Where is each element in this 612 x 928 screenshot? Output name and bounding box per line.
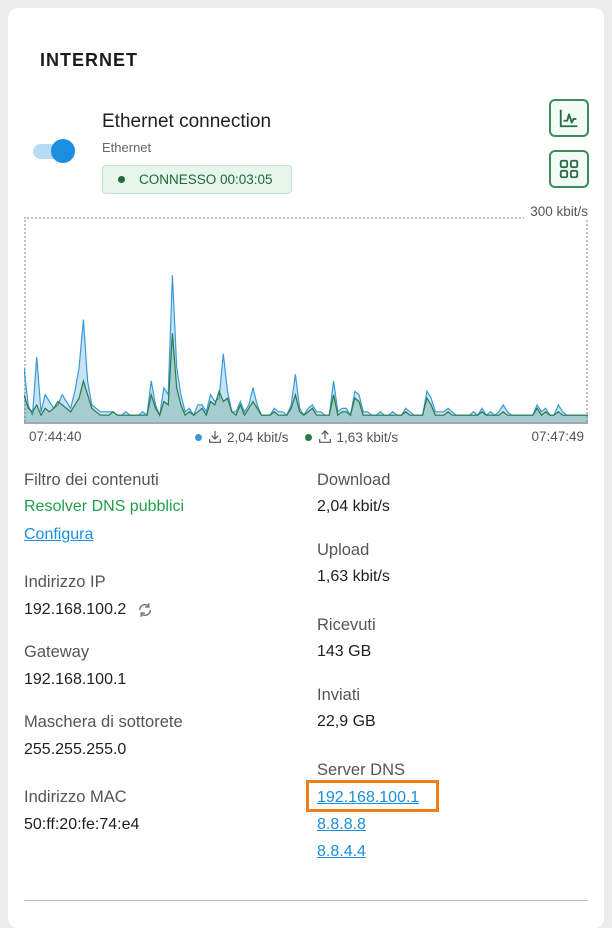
- received-value: 143 GB: [317, 643, 372, 660]
- legend-download: 2,04 kbit/s: [195, 429, 289, 445]
- chart-legend: 2,04 kbit/s 1,63 kbit/s: [195, 429, 414, 445]
- gateway-label: Gateway: [24, 643, 90, 661]
- download-label: Download: [317, 471, 391, 489]
- upload-icon: [318, 430, 331, 443]
- ip-row: 192.168.100.2: [24, 601, 154, 619]
- legend-upload-dot: [304, 433, 312, 441]
- dns-server-2-link[interactable]: 8.8.8.8: [317, 816, 366, 834]
- connection-name: Ethernet connection: [102, 111, 272, 132]
- grid-icon: [559, 159, 579, 179]
- section-title: INTERNET: [40, 50, 138, 70]
- refresh-icon[interactable]: [136, 601, 154, 619]
- configure-link[interactable]: Configura: [24, 526, 93, 544]
- mac-value: 50:ff:20:fe:74:e4: [24, 816, 140, 833]
- legend-download-dot: [195, 433, 202, 441]
- legend-download-label: 2,04 kbit/s: [227, 429, 289, 445]
- sent-value: 22,9 GB: [317, 713, 376, 730]
- gateway-value: 192.168.100.1: [24, 671, 127, 688]
- traffic-chart: 300 kbit/s: [24, 204, 590, 422]
- connection-toggle[interactable]: [31, 139, 75, 163]
- chart-line-series-2: [24, 333, 588, 417]
- received-label: Ricevuti: [317, 616, 376, 634]
- chart-time-start: 07:44:40: [29, 429, 82, 444]
- dns-label: Server DNS: [317, 761, 406, 779]
- toggle-knob: [51, 139, 75, 163]
- chart-time-end: 07:47:49: [531, 429, 584, 444]
- ip-value: 192.168.100.2: [24, 601, 127, 618]
- legend-upload-label: 1,63 kbit/s: [336, 429, 399, 445]
- chart-x-axis: [24, 422, 588, 424]
- status-dot: [118, 176, 125, 183]
- mask-value: 255.255.255.0: [24, 741, 127, 758]
- mac-label: Indirizzo MAC: [24, 788, 127, 806]
- connection-type: Ethernet: [102, 140, 152, 155]
- sent-label: Inviati: [317, 686, 361, 704]
- dns-server-1-link[interactable]: 192.168.100.1: [317, 789, 419, 807]
- status-text: CONNESSO 00:03:05: [139, 172, 273, 187]
- chart-plot: [24, 275, 588, 422]
- status-badge: CONNESSO 00:03:05: [102, 165, 292, 194]
- bottom-divider: [24, 900, 588, 901]
- filter-value: Resolver DNS pubblici: [24, 498, 185, 515]
- download-value: 2,04 kbit/s: [317, 498, 390, 515]
- download-icon: [209, 431, 221, 443]
- dns-server-3-link[interactable]: 8.8.4.4: [317, 843, 366, 861]
- legend-upload: 1,63 kbit/s: [304, 429, 399, 445]
- filter-label: Filtro dei contenuti: [24, 471, 159, 489]
- mask-label: Maschera di sottorete: [24, 713, 183, 731]
- upload-label: Upload: [317, 541, 370, 559]
- upload-value: 1,63 kbit/s: [317, 568, 390, 585]
- chart-area-series-1: [24, 275, 588, 422]
- line-chart-icon: [559, 109, 578, 128]
- chart-view-button[interactable]: [549, 99, 589, 137]
- ip-label: Indirizzo IP: [24, 573, 106, 591]
- chart-line-series-1: [24, 275, 588, 418]
- grid-view-button[interactable]: [549, 150, 589, 188]
